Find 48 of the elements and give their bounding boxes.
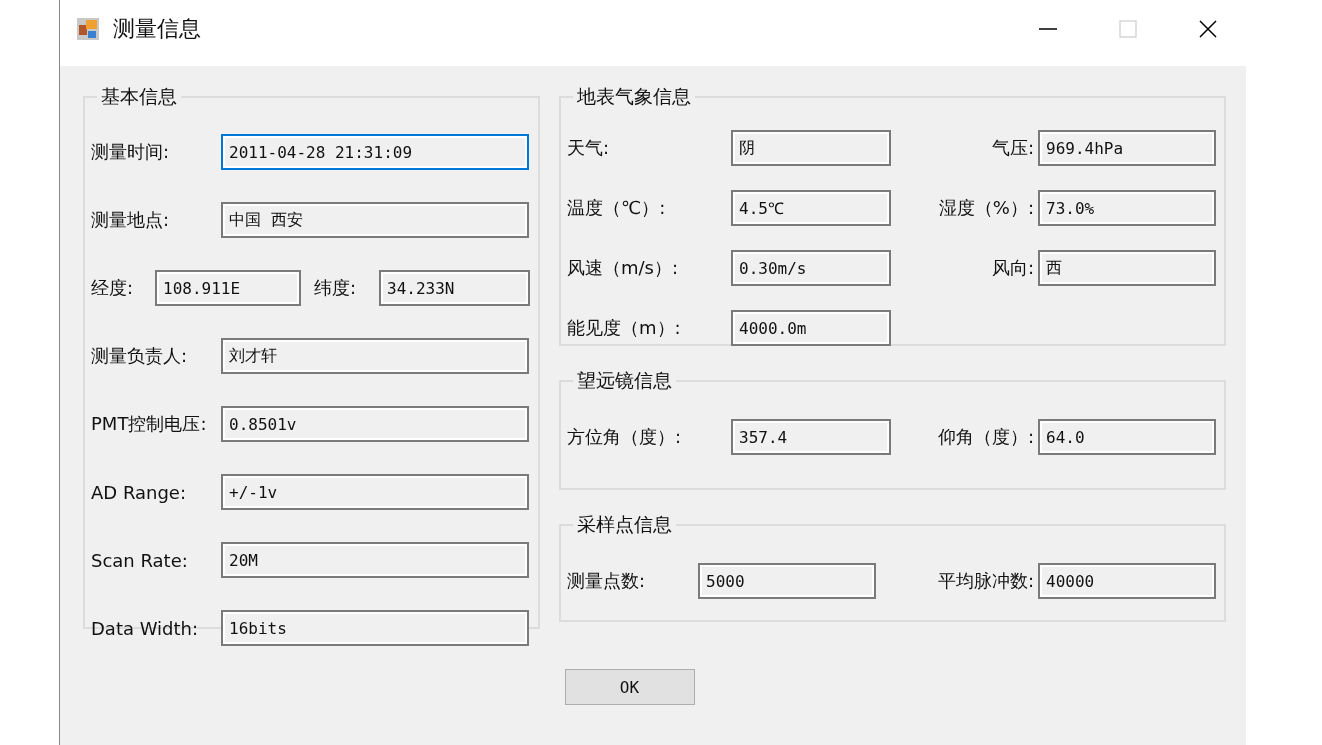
- field-label: 经度:: [91, 276, 135, 300]
- field-label: Scan Rate:: [91, 549, 189, 571]
- ok-button[interactable]: OK: [564, 669, 695, 705]
- field-label: 测量负责人:: [91, 344, 189, 368]
- text-field[interactable]: 40000: [1038, 563, 1216, 599]
- field-label: 风向:: [990, 256, 1034, 280]
- text-field[interactable]: 5000: [698, 563, 876, 599]
- field-label: 测量时间:: [91, 140, 171, 164]
- group-title: 基本信息: [100, 84, 178, 109]
- field-label: 测量点数:: [567, 569, 647, 593]
- app-icon: [77, 18, 99, 40]
- field-label: PMT控制电压:: [91, 412, 208, 436]
- field-label: 天气:: [567, 136, 611, 160]
- text-field[interactable]: 108.911E: [155, 270, 301, 306]
- field-label: 能见度（m）:: [567, 316, 682, 340]
- field-label: 气压:: [990, 136, 1034, 160]
- group-title: 望远镜信息: [576, 368, 673, 393]
- text-field[interactable]: 2011-04-28 21:31:09: [221, 134, 529, 170]
- field-label: 测量地点:: [91, 208, 171, 232]
- field-label: 平均脉冲数:: [936, 569, 1034, 593]
- field-label: 纬度:: [313, 276, 358, 300]
- text-field[interactable]: +/-1v: [221, 474, 529, 510]
- field-label: 温度（℃）:: [567, 196, 667, 220]
- text-field[interactable]: 357.4: [731, 419, 891, 455]
- window-title: 测量信息: [113, 15, 201, 43]
- text-field[interactable]: 969.4hPa: [1038, 130, 1216, 166]
- field-label: 仰角（度）:: [936, 425, 1034, 449]
- field-label: Data Width:: [91, 617, 200, 639]
- group-title: 采样点信息: [576, 512, 673, 537]
- text-field[interactable]: 16bits: [221, 610, 529, 646]
- field-label: AD Range:: [91, 481, 187, 503]
- close-icon[interactable]: [1198, 19, 1218, 39]
- text-field[interactable]: 西: [1038, 250, 1216, 286]
- text-field[interactable]: 4000.0m: [731, 310, 891, 346]
- text-field[interactable]: 4.5℃: [731, 190, 891, 226]
- field-label: 风速（m/s）:: [567, 256, 680, 280]
- text-field[interactable]: 34.233N: [379, 270, 530, 306]
- field-label: 湿度（%）:: [937, 196, 1034, 220]
- text-field[interactable]: 中国 西安: [221, 202, 529, 238]
- text-field[interactable]: 0.8501v: [221, 406, 529, 442]
- text-field[interactable]: 阴: [731, 130, 891, 166]
- text-field[interactable]: 0.30m/s: [731, 250, 891, 286]
- text-field[interactable]: 20M: [221, 542, 529, 578]
- field-label: 方位角（度）:: [567, 425, 683, 449]
- group-title: 地表气象信息: [576, 84, 692, 109]
- text-field[interactable]: 刘才轩: [221, 338, 529, 374]
- text-field[interactable]: 73.0%: [1038, 190, 1216, 226]
- text-field[interactable]: 64.0: [1038, 419, 1216, 455]
